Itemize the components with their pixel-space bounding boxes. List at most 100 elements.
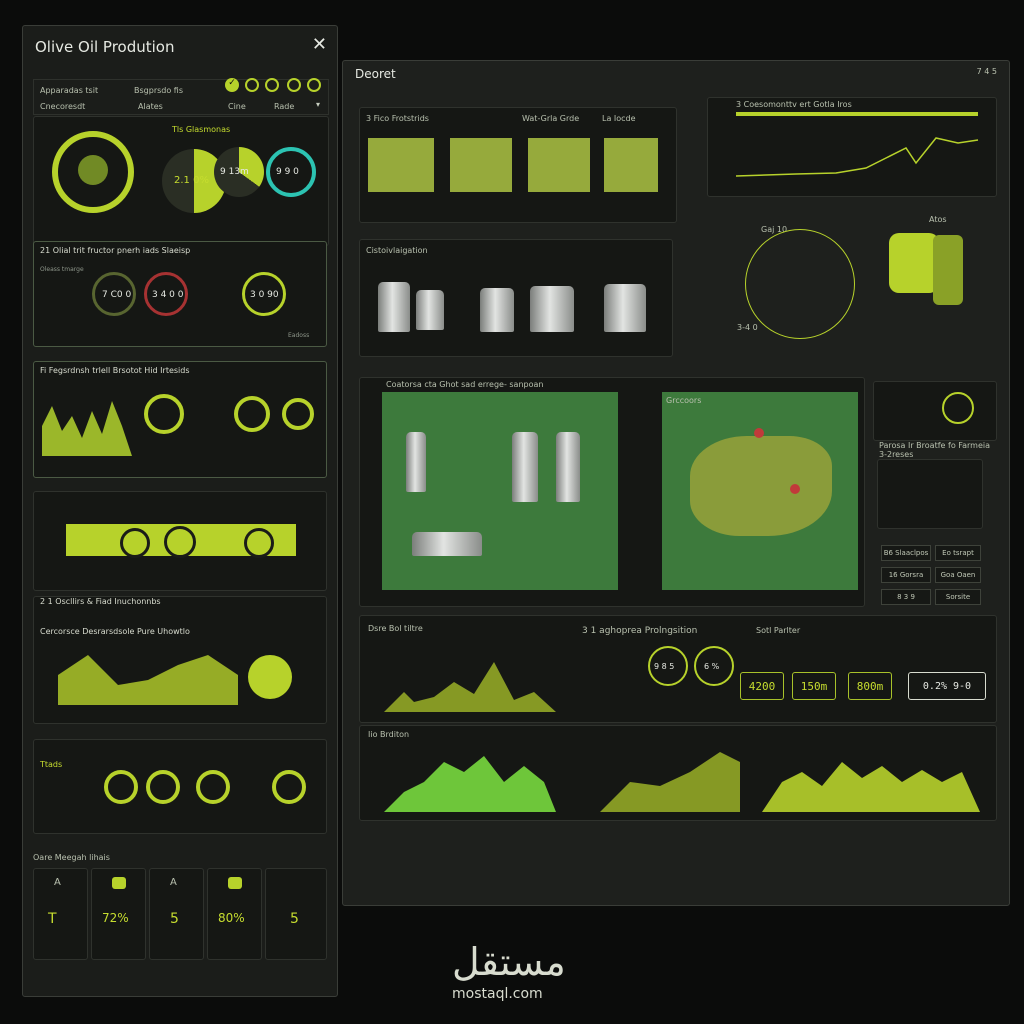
process-tile-4[interactable] bbox=[604, 138, 658, 192]
close-icon[interactable]: ✕ bbox=[312, 34, 327, 55]
pie-gauge bbox=[248, 655, 292, 699]
section-5-chart-title: Cercorsce Desrarsdsole Pure Uhowtlo bbox=[40, 627, 190, 636]
map-region bbox=[690, 436, 832, 536]
pipeline-diagram[interactable] bbox=[382, 392, 618, 590]
ring-c bbox=[196, 770, 230, 804]
tab-4[interactable]: Alates bbox=[138, 102, 163, 111]
ring-label: Tls Glasmonas bbox=[172, 125, 231, 134]
machine-cylinder bbox=[933, 235, 963, 305]
leaf-icon[interactable] bbox=[287, 78, 301, 92]
control-button-2[interactable]: Eo tsrapt bbox=[935, 545, 981, 561]
olive-icon bbox=[78, 155, 108, 185]
map-view[interactable]: Grccoors bbox=[662, 392, 858, 590]
diagram-title: Coatorsa cta Ghot sad errege- sanpoan bbox=[386, 380, 544, 389]
ring-d bbox=[272, 770, 306, 804]
metric-tile-1[interactable]: A T bbox=[33, 868, 88, 960]
section-2-label-a: Oleass tmarge bbox=[40, 266, 84, 273]
control-button-6[interactable]: Sorsite bbox=[935, 589, 981, 605]
section-6-title: Ttads bbox=[40, 760, 63, 769]
section-3-title: Fi Fegsrdnsh trlell Brsotot Hid Irtesids bbox=[40, 366, 190, 375]
main-panel: Deoret 7 4 5 3 Fico Frotstrids Wat-Grla … bbox=[342, 60, 1010, 906]
metric-tile-4[interactable]: 80% bbox=[207, 868, 262, 960]
controls-card bbox=[873, 381, 997, 441]
machine-label-c: 3-4 0 bbox=[737, 323, 758, 332]
metric-c-title: Sotl Parlter bbox=[756, 626, 801, 635]
tile-2-icon bbox=[112, 877, 126, 889]
metric-b-val-2: 6 % bbox=[704, 662, 720, 671]
map-title: Grccoors bbox=[666, 396, 702, 405]
tab-6[interactable]: Rade bbox=[274, 102, 294, 111]
dial-1 bbox=[120, 528, 150, 558]
section-5-title: 2 1 Oscllirs & Fiad Inuchonnbs bbox=[40, 597, 161, 606]
control-button-3[interactable]: 16 Gorsra bbox=[881, 567, 931, 583]
tab-2[interactable]: Bsgprsdo fis bbox=[134, 86, 183, 95]
bar-chart-1 bbox=[384, 662, 556, 712]
area-chart-1 bbox=[42, 401, 132, 456]
tank-4 bbox=[530, 286, 574, 332]
process-mid: Wat-Grla Grde bbox=[522, 114, 580, 123]
process-tile-1[interactable] bbox=[368, 138, 434, 192]
tab-3[interactable]: Cnecoresdt bbox=[40, 102, 85, 111]
map-pin-icon[interactable] bbox=[790, 484, 800, 494]
tank-3 bbox=[480, 288, 514, 332]
tile-1-icon: A bbox=[54, 877, 61, 888]
section-2-title: 21 Olial trit fructor pnerh iads Slaeisp bbox=[40, 246, 191, 255]
process-tile-3[interactable] bbox=[528, 138, 590, 192]
check-icon[interactable]: ✓ bbox=[225, 78, 239, 92]
tile-4-icon bbox=[228, 877, 242, 889]
process-tile-2[interactable] bbox=[450, 138, 512, 192]
watermark-arabic: مستقل bbox=[452, 940, 566, 984]
left-panel-title: Olive Oil Prodution bbox=[35, 38, 175, 56]
bottom-chart-3 bbox=[762, 762, 980, 812]
machine-body bbox=[889, 233, 939, 293]
plant-card: Cistoivlaigation bbox=[359, 239, 673, 357]
section-4-card bbox=[33, 491, 327, 591]
gauge-d-value: 3 0 90 bbox=[250, 290, 279, 300]
tank-5 bbox=[604, 284, 646, 332]
section-6-card: Ttads bbox=[33, 739, 327, 834]
target-icon[interactable] bbox=[265, 78, 279, 92]
metric-tile-5[interactable]: 5 bbox=[265, 868, 327, 960]
settings-icon[interactable] bbox=[307, 78, 321, 92]
tab-5[interactable]: Cine bbox=[228, 102, 246, 111]
metric-box-1: 4200 bbox=[740, 672, 784, 700]
section-2-label-e: Eadoss bbox=[288, 332, 310, 339]
main-title: Deoret bbox=[355, 67, 396, 81]
map-pin-icon[interactable] bbox=[754, 428, 764, 438]
metric-b-val-1: 9 8 5 bbox=[654, 662, 675, 671]
dial-2 bbox=[164, 526, 196, 558]
section-5-card: 2 1 Oscllirs & Fiad Inuchonnbs Cercorsce… bbox=[33, 596, 327, 724]
tile-2-value: 72% bbox=[102, 911, 129, 925]
circle-icon[interactable] bbox=[245, 78, 259, 92]
left-panel: Olive Oil Prodution ✕ Apparadas tsit Bsg… bbox=[22, 25, 338, 997]
toolbar-icons: ✓ bbox=[225, 78, 325, 94]
metric-tile-3[interactable]: A 5 bbox=[149, 868, 204, 960]
metric-b-title: 3 1 aghoprea Prolngsition bbox=[582, 626, 698, 636]
gauge-g bbox=[282, 398, 314, 430]
gauge-3-value: 9 9 0 bbox=[276, 167, 299, 177]
radar-ring bbox=[745, 229, 855, 339]
tile-3-value: 5 bbox=[170, 911, 179, 927]
tab-1[interactable]: Apparadas tsit bbox=[40, 86, 98, 95]
tile-5-value: 5 bbox=[290, 911, 299, 927]
control-button-4[interactable]: Goa Oaen bbox=[935, 567, 981, 583]
pipe-tank-3 bbox=[556, 432, 580, 502]
gauge-1-value: 2.1 0% bbox=[174, 175, 209, 186]
metric-box-3: 800m bbox=[848, 672, 892, 700]
section-2-card: 21 Olial trit fructor pnerh iads Slaeisp… bbox=[33, 241, 327, 347]
trend-chart bbox=[735, 137, 979, 177]
tile-1-value: T bbox=[48, 911, 57, 927]
overview-card: Tls Glasmonas 2.1 0% 9 13m 9 9 0 bbox=[33, 116, 329, 246]
control-button-1[interactable]: B6 Slaaclpos bbox=[881, 545, 931, 561]
metric-tile-2[interactable]: 72% bbox=[91, 868, 146, 960]
bottom-chart-2 bbox=[600, 752, 740, 812]
gauge-e bbox=[144, 394, 184, 434]
chevron-down-icon[interactable]: ▾ bbox=[316, 100, 320, 109]
ring-b bbox=[146, 770, 180, 804]
pipe-tank-1 bbox=[406, 432, 426, 492]
gauge-b-value: 7 C0 0 bbox=[102, 290, 132, 300]
process-card: 3 Fico Frotstrids Wat-Grla Grde La Iocde bbox=[359, 107, 677, 223]
controls-gauge bbox=[942, 392, 974, 424]
pipe-tank-4 bbox=[412, 532, 482, 556]
control-button-5[interactable]: 8 3 9 bbox=[881, 589, 931, 605]
